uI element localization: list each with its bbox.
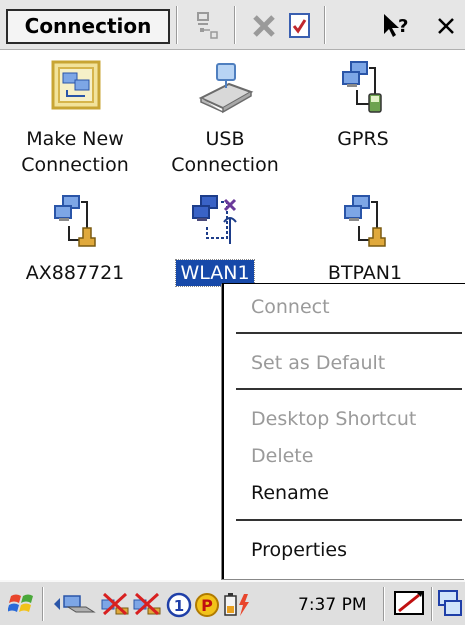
svg-text:1: 1 <box>174 597 184 615</box>
menu-item-connect[interactable]: Connect <box>224 290 465 324</box>
context-menu: Connect Set as Default Desktop Shortcut … <box>222 283 465 579</box>
svg-text:P: P <box>201 596 213 615</box>
toolbar-separator <box>234 6 236 44</box>
info-1-icon[interactable]: 1 <box>166 592 192 622</box>
connectivity-icon[interactable] <box>54 592 98 620</box>
connection-label: AX887721 <box>25 262 125 284</box>
connection-item-usb[interactable]: USB Connection <box>160 58 290 178</box>
gprs-connection-icon <box>342 61 382 113</box>
clock[interactable]: 7:37 PM <box>298 595 367 615</box>
taskbar-separator <box>383 587 385 621</box>
connection-label-line2: Connection <box>21 154 129 176</box>
connection-item-wlan1[interactable]: WLAN1 <box>150 192 280 287</box>
menu-separator <box>236 519 462 521</box>
svg-text:?: ? <box>398 16 408 37</box>
toolbar-separator <box>176 6 178 44</box>
menu-item-desktop-shortcut[interactable]: Desktop Shortcut <box>224 402 465 436</box>
connection-label: USB <box>205 128 245 150</box>
usb-connection-icon <box>198 63 254 114</box>
battery-icon[interactable] <box>222 592 252 622</box>
menu-item-delete[interactable]: Delete <box>224 439 465 473</box>
close-icon[interactable] <box>430 8 462 44</box>
start-flag-icon[interactable] <box>7 590 38 622</box>
network-connection-icon <box>54 195 96 247</box>
window-title-button[interactable]: Connection <box>6 9 170 44</box>
connection-item-ax887721[interactable]: AX887721 <box>10 192 140 286</box>
toolbar-separator <box>324 6 326 44</box>
connection-item-btpan1[interactable]: BTPAN1 <box>300 192 430 286</box>
properties-view-icon[interactable] <box>190 8 226 44</box>
taskbar: 1 P 7:37 PM <box>0 580 465 625</box>
taskbar-separator <box>42 587 44 621</box>
menu-item-set-as-default[interactable]: Set as Default <box>224 346 465 380</box>
network-connection-icon <box>344 195 386 247</box>
wlan-connection-icon <box>192 195 237 244</box>
menu-separator <box>236 332 462 334</box>
connection-label: GPRS <box>337 128 389 150</box>
connection-item-gprs[interactable]: GPRS <box>298 58 428 152</box>
menu-separator <box>236 388 462 390</box>
delete-icon[interactable] <box>246 8 282 44</box>
taskbar-separator <box>431 587 433 621</box>
help-icon[interactable]: ? <box>378 8 414 44</box>
network-disconnected-icon[interactable] <box>100 592 130 620</box>
ok-check-icon[interactable] <box>282 8 318 44</box>
make-new-connection-icon <box>51 60 101 110</box>
input-panel-icon[interactable] <box>393 589 427 623</box>
p-badge-icon[interactable]: P <box>194 592 220 622</box>
connection-item-make-new[interactable]: Make New Connection <box>10 58 140 178</box>
desktop-icon[interactable] <box>437 589 463 623</box>
network-disconnected-icon[interactable] <box>132 592 162 620</box>
menu-item-properties[interactable]: Properties <box>224 533 465 567</box>
top-toolbar: Connection ? <box>0 0 465 50</box>
connection-label: Make New <box>26 128 124 150</box>
connection-label-line2: Connection <box>171 154 279 176</box>
menu-item-rename[interactable]: Rename <box>224 476 465 510</box>
